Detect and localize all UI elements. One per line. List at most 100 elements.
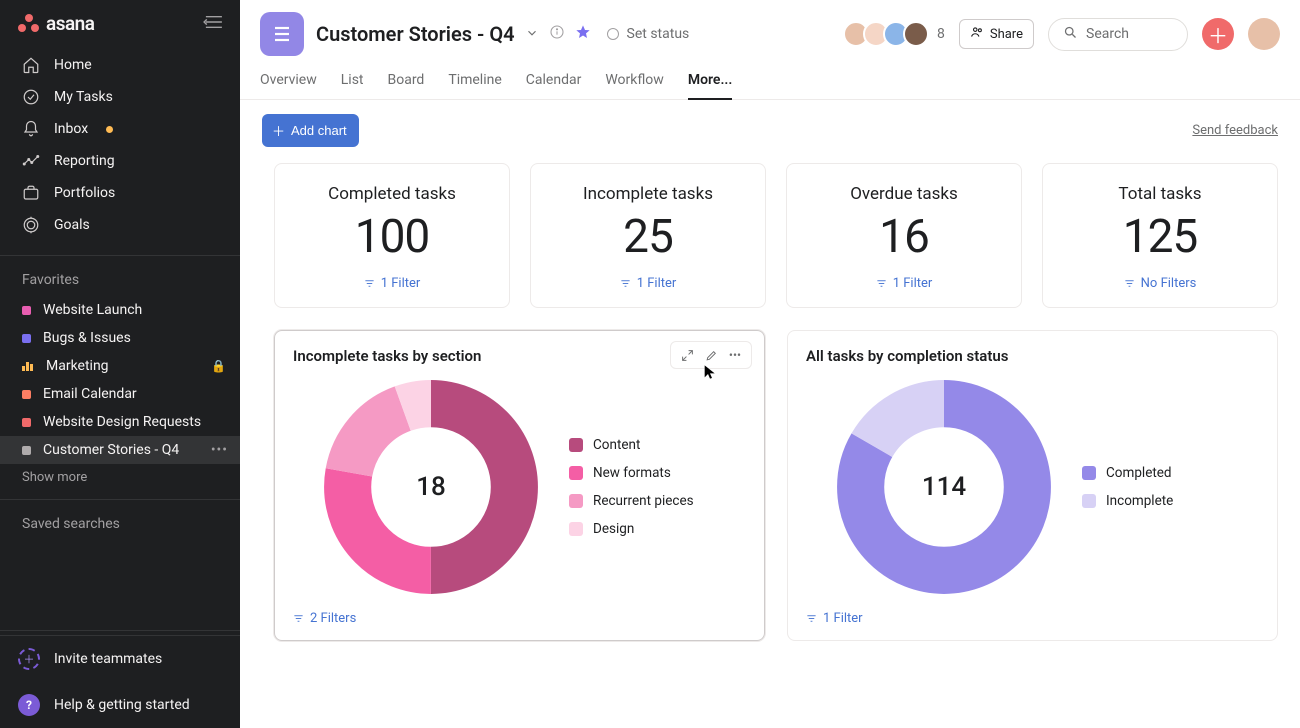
stat-incomplete-tasks[interactable]: Incomplete tasks 25 1 Filter <box>530 163 766 308</box>
filter-link[interactable]: 2 Filters <box>293 605 746 626</box>
bars-icon <box>22 361 34 371</box>
collapse-sidebar-icon[interactable] <box>202 14 224 34</box>
search-icon <box>1063 25 1078 44</box>
sidebar: asana Home My Tasks Inbox Reporti <box>0 0 240 728</box>
tab-board[interactable]: Board <box>388 66 425 99</box>
show-more-favorites[interactable]: Show more <box>0 464 240 495</box>
avatar <box>903 21 929 47</box>
chevron-down-icon[interactable] <box>525 25 539 44</box>
main-content: Customer Stories - Q4 Set status 8 <box>240 0 1300 728</box>
nav-inbox[interactable]: Inbox <box>0 113 240 145</box>
expand-icon[interactable] <box>677 346 697 364</box>
member-avatars[interactable]: 8 <box>843 21 945 47</box>
send-feedback-link[interactable]: Send feedback <box>1192 123 1278 138</box>
brand-name: asana <box>46 12 95 35</box>
donut-chart: 18 <box>321 377 541 597</box>
status-circle-icon <box>607 28 619 40</box>
legend-item: Recurrent pieces <box>569 493 694 509</box>
nav-home[interactable]: Home <box>0 49 240 81</box>
tab-more[interactable]: More... <box>688 66 733 100</box>
favorite-bugs-issues[interactable]: Bugs & Issues <box>0 324 240 352</box>
asana-logo-icon <box>18 14 40 34</box>
favorite-email-calendar[interactable]: Email Calendar <box>0 380 240 408</box>
chart-legend: Content New formats Recurrent pieces Des… <box>569 437 694 537</box>
more-icon[interactable]: ••• <box>725 346 745 364</box>
saved-searches-heading: Saved searches <box>0 504 240 540</box>
favorite-customer-stories-q4[interactable]: Customer Stories - Q4••• <box>0 436 240 464</box>
nav-label: Portfolios <box>54 185 115 201</box>
nav-label: Home <box>54 57 92 73</box>
check-circle-icon <box>22 88 40 106</box>
filter-link[interactable]: No Filters <box>1124 276 1197 291</box>
project-icon[interactable] <box>260 12 304 56</box>
user-avatar[interactable] <box>1248 18 1280 50</box>
share-button[interactable]: Share <box>959 19 1034 49</box>
nav-portfolios[interactable]: Portfolios <box>0 177 240 209</box>
legend-item: Content <box>569 437 694 453</box>
more-icon[interactable]: ••• <box>211 442 228 458</box>
quick-add-button[interactable]: ＋ <box>1202 18 1234 50</box>
stat-overdue-tasks[interactable]: Overdue tasks 16 1 Filter <box>786 163 1022 308</box>
edit-icon[interactable] <box>701 346 721 364</box>
tab-overview[interactable]: Overview <box>260 66 317 99</box>
nav-my-tasks[interactable]: My Tasks <box>0 81 240 113</box>
filter-link[interactable]: 1 Filter <box>364 276 421 291</box>
logo[interactable]: asana <box>18 12 95 35</box>
filter-link[interactable]: 1 Filter <box>620 276 677 291</box>
chart-legend: Completed Incomplete <box>1082 465 1173 509</box>
favorite-website-launch[interactable]: Website Launch <box>0 296 240 324</box>
dashboard-toolbar: ＋ Add chart Send feedback <box>240 100 1300 157</box>
project-title[interactable]: Customer Stories - Q4 <box>316 22 515 46</box>
legend-item: Incomplete <box>1082 493 1173 509</box>
search-input[interactable]: Search <box>1048 18 1188 51</box>
nav-goals[interactable]: Goals <box>0 209 240 241</box>
trend-icon <box>22 152 40 170</box>
stat-completed-tasks[interactable]: Completed tasks 100 1 Filter <box>274 163 510 308</box>
tab-list[interactable]: List <box>341 66 364 99</box>
donut-chart: 114 <box>834 377 1054 597</box>
plus-icon: ＋ <box>272 121 285 140</box>
stat-total-tasks[interactable]: Total tasks 125 No Filters <box>1042 163 1278 308</box>
tab-workflow[interactable]: Workflow <box>605 66 664 99</box>
dashboard: Completed tasks 100 1 Filter Incomplete … <box>240 157 1300 661</box>
nav-label: Inbox <box>54 121 88 137</box>
chart-all-tasks-completion[interactable]: All tasks by completion status 114 Compl… <box>787 330 1278 641</box>
favorite-marketing[interactable]: Marketing🔒 <box>0 352 240 380</box>
nav-label: Goals <box>54 217 90 233</box>
bell-icon <box>22 120 40 138</box>
unread-badge <box>106 126 113 133</box>
star-icon[interactable] <box>575 24 591 44</box>
filter-link[interactable]: 1 Filter <box>876 276 933 291</box>
home-icon <box>22 56 40 74</box>
tab-calendar[interactable]: Calendar <box>526 66 582 99</box>
invite-icon: ＋ <box>18 648 40 670</box>
charts-row: ••• Incomplete tasks by section 18 Conte… <box>274 330 1278 641</box>
primary-nav: Home My Tasks Inbox Reporting Portfolios <box>0 43 240 251</box>
favorite-website-design-requests[interactable]: Website Design Requests <box>0 408 240 436</box>
help-getting-started[interactable]: ? Help & getting started <box>0 682 240 728</box>
info-icon[interactable] <box>549 24 565 44</box>
member-count: 8 <box>937 26 945 42</box>
tab-timeline[interactable]: Timeline <box>448 66 501 99</box>
lock-icon: 🔒 <box>211 359 226 373</box>
legend-item: Design <box>569 521 694 537</box>
nav-reporting[interactable]: Reporting <box>0 145 240 177</box>
favorites-heading: Favorites <box>0 260 240 296</box>
chart-incomplete-by-section[interactable]: ••• Incomplete tasks by section 18 Conte… <box>274 330 765 641</box>
legend-item: Completed <box>1082 465 1173 481</box>
set-status-button[interactable]: Set status <box>607 26 690 42</box>
project-tabs: Overview List Board Timeline Calendar Wo… <box>240 66 1300 100</box>
donut-center-value: 114 <box>834 377 1054 597</box>
add-chart-button[interactable]: ＋ Add chart <box>262 114 359 147</box>
nav-label: Reporting <box>54 153 115 169</box>
favorites-list: Website Launch Bugs & Issues Marketing🔒 … <box>0 296 240 464</box>
filter-link[interactable]: 1 Filter <box>806 605 1259 626</box>
chart-card-toolbar: ••• <box>670 341 752 369</box>
people-icon <box>970 25 984 43</box>
project-header: Customer Stories - Q4 Set status 8 <box>240 0 1300 56</box>
target-icon <box>22 216 40 234</box>
invite-teammates[interactable]: ＋ Invite teammates <box>0 636 240 682</box>
legend-item: New formats <box>569 465 694 481</box>
help-icon: ? <box>18 694 40 716</box>
nav-label: My Tasks <box>54 89 113 105</box>
